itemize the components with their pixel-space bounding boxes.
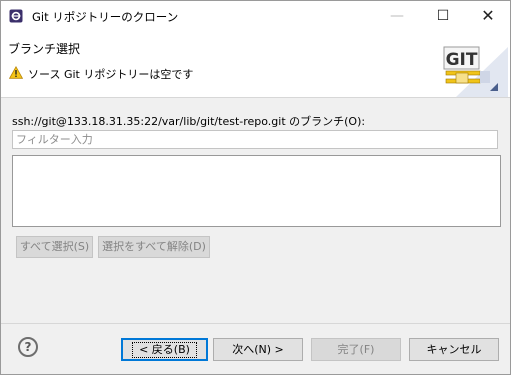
finish-button[interactable]: 完了(F) xyxy=(311,338,401,361)
footer-divider xyxy=(1,323,510,324)
title-bar[interactable]: Git リポジトリーのクローン — ☐ ✕ xyxy=(1,1,510,31)
wizard-header: ブランチ選択 ソース Git リポジトリーは空です GIT xyxy=(1,31,510,97)
git-logo: GIT xyxy=(443,46,508,97)
filter-input[interactable] xyxy=(13,131,503,148)
maximize-button[interactable]: ☐ xyxy=(421,1,465,31)
next-button[interactable]: 次へ(N) > xyxy=(213,338,303,361)
header-divider xyxy=(1,97,510,98)
branch-list[interactable] xyxy=(12,155,501,227)
warning-icon xyxy=(9,66,23,79)
app-icon xyxy=(9,9,23,23)
back-button[interactable]: < 戻る(B) xyxy=(121,338,208,361)
filter-field[interactable] xyxy=(12,130,503,149)
minimize-button[interactable]: — xyxy=(375,1,419,31)
help-icon[interactable]: ? xyxy=(18,337,38,357)
deselect-all-button[interactable]: 選択をすべて解除(D) xyxy=(98,236,210,258)
window-title: Git リポジトリーのクローン xyxy=(32,10,179,24)
git-logo-text: GIT xyxy=(446,50,478,70)
close-button[interactable]: ✕ xyxy=(466,1,510,31)
warning-message: ソース Git リポジトリーは空です xyxy=(28,68,194,81)
back-button-label: < 戻る(B) xyxy=(132,342,197,358)
page-title: ブランチ選択 xyxy=(8,42,81,56)
cancel-button[interactable]: キャンセル xyxy=(409,338,499,361)
branches-label: ssh://git@133.18.31.35:22/var/lib/git/te… xyxy=(12,115,366,128)
select-all-button[interactable]: すべて選択(S) xyxy=(16,236,93,258)
clone-dialog: Git リポジトリーのクローン — ☐ ✕ ブランチ選択 ソース Git リポジ… xyxy=(0,0,511,375)
